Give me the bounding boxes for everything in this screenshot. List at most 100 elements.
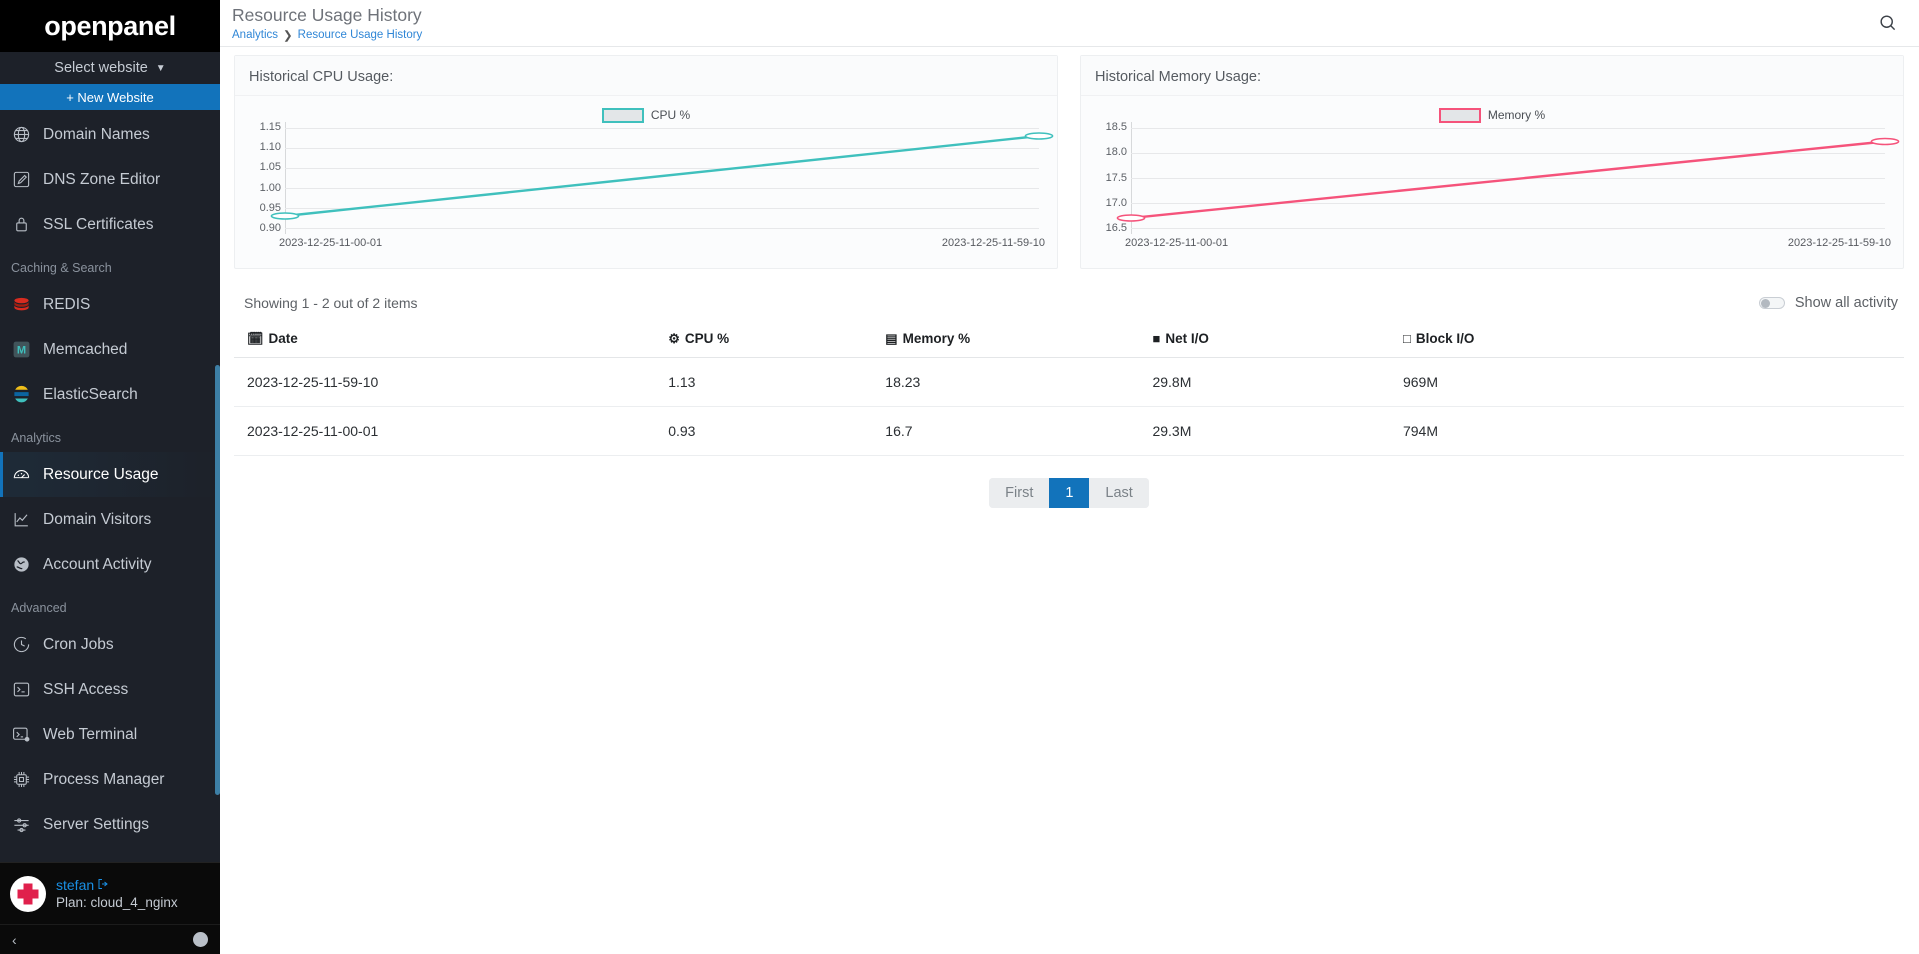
sidebar-item-memcached[interactable]: M Memcached bbox=[0, 327, 220, 372]
avatar bbox=[10, 875, 46, 912]
show-all-activity-toggle[interactable]: Show all activity bbox=[1758, 295, 1898, 311]
cell-block-io: 794M bbox=[1402, 406, 1904, 456]
toggle-switch[interactable] bbox=[1758, 297, 1785, 309]
terminal-icon bbox=[11, 679, 32, 700]
sidebar-item-domain-visitors[interactable]: Domain Visitors bbox=[0, 497, 220, 542]
network-icon: ■ bbox=[1152, 331, 1161, 346]
logout-icon[interactable] bbox=[97, 877, 109, 893]
cpu-ytick: 1.10 bbox=[259, 141, 281, 154]
lock-icon bbox=[11, 214, 32, 235]
toggle-knob bbox=[1760, 299, 1770, 308]
cpu-x-axis-labels: 2023-12-25-11-00-01 2023-12-25-11-59-10 bbox=[279, 237, 1045, 249]
breadcrumb-item-analytics[interactable]: Analytics bbox=[232, 29, 278, 41]
breadcrumb-item-current[interactable]: Resource Usage History bbox=[298, 29, 423, 41]
cpu-chip-icon: ⚙ bbox=[668, 331, 680, 346]
memory-plot: 18.5 18.0 17.5 17.0 16.5 bbox=[1106, 122, 1885, 234]
column-header-net-io[interactable]: ■ Net I/O bbox=[1152, 331, 1403, 358]
cpu-ytick: 1.00 bbox=[259, 181, 281, 194]
memory-chart-body: Memory % 18.5 18.0 17.5 17.0 16.5 2023-1… bbox=[1081, 96, 1903, 268]
table-row[interactable]: 2023-12-25-11-00-01 0.93 16.7 29.3M 794M bbox=[234, 406, 1904, 456]
sidebar-item-label: Cron Jobs bbox=[43, 635, 114, 653]
column-label: Memory % bbox=[902, 331, 971, 346]
pagination: First 1 Last bbox=[234, 478, 1904, 508]
column-header-memory[interactable]: ▤ Memory % bbox=[885, 331, 1153, 358]
gauge-icon bbox=[11, 464, 32, 485]
cpu-legend-label: CPU % bbox=[650, 108, 691, 122]
breadcrumb-separator: ❯ bbox=[283, 30, 293, 42]
sidebar-scrollbar[interactable] bbox=[215, 365, 220, 795]
sidebar-item-dns-zone-editor[interactable]: DNS Zone Editor bbox=[0, 157, 220, 202]
memory-legend-label: Memory % bbox=[1487, 108, 1546, 122]
avatar-identicon bbox=[13, 878, 43, 909]
sidebar-item-label: REDIS bbox=[43, 295, 91, 313]
memory-ytick: 17.5 bbox=[1105, 171, 1127, 184]
table-header-row: 🗓 Date ⚙ CPU % ▤ Memory % ■ Net I/O □ Bl… bbox=[234, 331, 1904, 358]
cell-memory: 18.23 bbox=[885, 357, 1153, 407]
cell-net-io: 29.8M bbox=[1152, 357, 1403, 407]
cell-net-io: 29.3M bbox=[1152, 406, 1403, 456]
memory-chart-legend[interactable]: Memory % bbox=[1083, 102, 1901, 128]
column-header-date[interactable]: 🗓 Date bbox=[234, 331, 669, 358]
redis-icon bbox=[11, 294, 32, 315]
charts-row: Historical CPU Usage: CPU % 1.15 1.10 1.… bbox=[234, 55, 1904, 269]
pagination-first-button[interactable]: First bbox=[989, 478, 1050, 508]
collapse-sidebar-icon[interactable]: ‹ bbox=[12, 932, 17, 948]
sidebar-item-process-manager[interactable]: Process Manager bbox=[0, 757, 220, 802]
new-website-button[interactable]: + New Website bbox=[0, 84, 220, 110]
cpu-chart-legend[interactable]: CPU % bbox=[237, 102, 1055, 128]
sidebar-item-web-terminal[interactable]: Web Terminal bbox=[0, 712, 220, 757]
sidebar-item-server-settings[interactable]: Server Settings bbox=[0, 802, 220, 847]
sidebar-item-elasticsearch[interactable]: ElasticSearch bbox=[0, 372, 220, 417]
sidebar-item-label: Process Manager bbox=[43, 770, 165, 788]
globe-icon bbox=[11, 124, 32, 145]
sidebar: openpanel Select website ▼ + New Website… bbox=[0, 0, 220, 954]
user-name-link[interactable]: stefan bbox=[56, 877, 178, 893]
table-head: 🗓 Date ⚙ CPU % ▤ Memory % ■ Net I/O □ Bl… bbox=[234, 331, 1904, 358]
cpu-chart-title: Historical CPU Usage: bbox=[249, 69, 394, 85]
calendar-icon: 🗓 bbox=[247, 331, 264, 346]
memory-ytick: 18.0 bbox=[1105, 146, 1127, 159]
memory-x-axis-labels: 2023-12-25-11-00-01 2023-12-25-11-59-10 bbox=[1125, 237, 1891, 249]
clock-icon bbox=[11, 634, 32, 655]
resource-usage-table: 🗓 Date ⚙ CPU % ▤ Memory % ■ Net I/O □ Bl… bbox=[234, 331, 1904, 456]
select-website-label: Select website bbox=[54, 60, 148, 76]
app-root: openpanel Select website ▼ + New Website… bbox=[0, 0, 1919, 954]
sidebar-footer: ‹ i bbox=[0, 924, 220, 954]
breadcrumb: Analytics ❯ Resource Usage History bbox=[232, 28, 422, 42]
main-area: Resource Usage History Analytics ❯ Resou… bbox=[220, 0, 1919, 954]
memory-chart-title: Historical Memory Usage: bbox=[1095, 69, 1261, 85]
table-row[interactable]: 2023-12-25-11-59-10 1.13 18.23 29.8M 969… bbox=[234, 357, 1904, 407]
line-chart-icon bbox=[11, 509, 32, 530]
column-header-block-io[interactable]: □ Block I/O bbox=[1402, 331, 1904, 358]
sidebar-item-cron-jobs[interactable]: Cron Jobs bbox=[0, 622, 220, 667]
pagination-page-1-button[interactable]: 1 bbox=[1049, 478, 1090, 508]
cpu-ytick: 0.95 bbox=[259, 201, 281, 214]
user-profile-box[interactable]: stefan Plan: cloud_4_nginx bbox=[0, 862, 220, 924]
cell-date: 2023-12-25-11-00-01 bbox=[234, 406, 669, 456]
column-header-cpu[interactable]: ⚙ CPU % bbox=[668, 331, 886, 358]
search-icon[interactable] bbox=[1878, 4, 1897, 37]
chevron-down-icon: ▼ bbox=[155, 62, 166, 74]
cpu-ytick: 1.05 bbox=[259, 161, 281, 174]
sidebar-item-redis[interactable]: REDIS bbox=[0, 282, 220, 327]
sidebar-item-ssl-certificates[interactable]: SSL Certificates bbox=[0, 202, 220, 247]
topbar-left: Resource Usage History Analytics ❯ Resou… bbox=[232, 4, 422, 42]
elasticsearch-icon bbox=[11, 384, 32, 405]
cell-cpu: 1.13 bbox=[668, 357, 886, 407]
sidebar-item-label: Memcached bbox=[43, 340, 128, 358]
sidebar-item-ssh-access[interactable]: SSH Access bbox=[0, 667, 220, 712]
memory-xtick-end: 2023-12-25-11-59-10 bbox=[1787, 237, 1891, 249]
pagination-last-button[interactable]: Last bbox=[1089, 478, 1149, 508]
sidebar-item-resource-usage[interactable]: Resource Usage bbox=[0, 452, 220, 497]
info-icon[interactable]: i bbox=[193, 932, 208, 947]
select-website-dropdown[interactable]: Select website ▼ bbox=[0, 52, 220, 84]
cpu-xtick-start: 2023-12-25-11-00-01 bbox=[279, 237, 383, 249]
sidebar-item-label: Domain Names bbox=[43, 125, 150, 143]
sidebar-item-domain-names[interactable]: Domain Names bbox=[0, 112, 220, 157]
table-body: 2023-12-25-11-59-10 1.13 18.23 29.8M 969… bbox=[234, 357, 1904, 456]
topbar: Resource Usage History Analytics ❯ Resou… bbox=[220, 0, 1919, 47]
page-title: Resource Usage History bbox=[232, 5, 422, 25]
sidebar-item-account-activity[interactable]: Account Activity bbox=[0, 542, 220, 587]
svg-text:M: M bbox=[17, 344, 26, 356]
memory-ytick: 18.5 bbox=[1105, 121, 1127, 133]
